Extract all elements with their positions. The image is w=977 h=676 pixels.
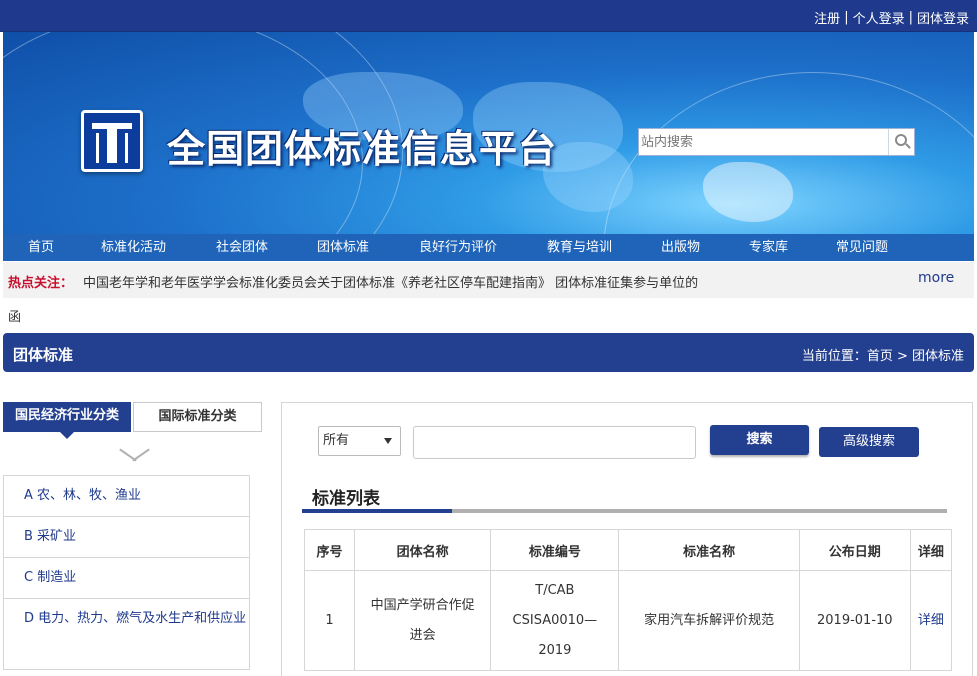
hot-news-link[interactable]: 中国老年学和老年医学学会标准化委员会关于团体标准《养老社区停车配建指南》 团体标… xyxy=(83,272,698,291)
nav-item-experts[interactable]: 专家库 xyxy=(749,234,788,261)
section-header: 团体标准 当前位置：首页 > 团体标准 xyxy=(3,333,974,372)
search-icon[interactable] xyxy=(888,129,914,155)
page-title: 团体标准 xyxy=(13,346,74,364)
nav-item-group-standards[interactable]: 团体标准 xyxy=(317,234,369,261)
separator: | xyxy=(908,10,913,25)
site-title: 全国团体标准信息平台 xyxy=(167,127,558,171)
col-header-name: 标准名称 xyxy=(618,529,800,571)
separator: | xyxy=(844,10,849,25)
search-button[interactable]: 搜索 xyxy=(710,425,809,455)
standards-panel: 所有 搜索 高级搜索 标准列表 序号 团体名称 标准编号 标准名称 公布日期 详… xyxy=(281,402,973,676)
caret-down-icon xyxy=(384,438,392,444)
logo-bar xyxy=(107,129,117,163)
category-item[interactable]: A 农、林、牧、渔业 xyxy=(3,475,250,516)
scope-select[interactable]: 所有 xyxy=(318,426,401,456)
hot-news-label: 热点关注： xyxy=(8,276,74,291)
logo-bar xyxy=(96,133,99,163)
register-link[interactable]: 注册 xyxy=(814,8,840,27)
list-title: 标准列表 xyxy=(312,489,380,509)
cell-name[interactable]: 家用汽车拆解评价规范 xyxy=(618,570,800,671)
standards-table: 序号 团体名称 标准编号 标准名称 公布日期 详细 1 中国产学研合作促进会 T… xyxy=(303,529,953,671)
cell-date: 2019-01-10 xyxy=(798,570,911,671)
breadcrumb: 当前位置：首页 > 团体标准 xyxy=(801,349,964,364)
chevron-down-icon xyxy=(118,446,148,466)
list-title-accent xyxy=(302,509,452,513)
nav-item-home[interactable]: 首页 xyxy=(28,234,54,261)
category-item[interactable]: D 电力、热力、燃气及水生产和供应业 xyxy=(3,598,250,670)
site-search xyxy=(638,128,915,156)
main-nav: 首页 标准化活动 社会团体 团体标准 良好行为评价 教育与培训 出版物 专家库 … xyxy=(3,234,974,261)
hot-news-bar: 热点关注： 中国老年学和老年医学学会标准化委员会关于团体标准《养老社区停车配建指… xyxy=(3,262,974,298)
col-header-date: 公布日期 xyxy=(798,529,911,571)
category-tabs: 国民经济行业分类 国际标准分类 xyxy=(3,402,262,439)
search-icon-handle xyxy=(905,143,911,149)
col-header-code: 标准编号 xyxy=(490,529,620,571)
keyword-input[interactable] xyxy=(413,426,696,459)
personal-login-link[interactable]: 个人登录 xyxy=(853,8,905,27)
category-item[interactable]: B 采矿业 xyxy=(3,516,250,557)
hot-news-overflow-text[interactable]: 函 xyxy=(8,306,21,325)
nav-item-education[interactable]: 教育与培训 xyxy=(547,234,612,261)
category-list: A 农、林、牧、渔业 B 采矿业 C 制造业 D 电力、热力、燃气及水生产和供应… xyxy=(3,475,250,670)
more-link[interactable]: more xyxy=(918,270,954,286)
col-header-detail: 详细 xyxy=(909,529,953,571)
nav-item-social-groups[interactable]: 社会团体 xyxy=(216,234,268,261)
nav-item-good-behavior[interactable]: 良好行为评价 xyxy=(419,234,497,261)
scope-select-value: 所有 xyxy=(323,433,350,448)
cell-no: 1 xyxy=(303,570,356,671)
table-row: 1 中国产学研合作促进会 T/CAB CSISA0010—2019 家用汽车拆解… xyxy=(303,570,953,671)
top-bar: 注册 | 个人登录 | 团体登录 xyxy=(0,0,977,32)
advanced-search-button[interactable]: 高级搜索 xyxy=(819,427,919,457)
category-item[interactable]: C 制造业 xyxy=(3,557,250,598)
site-search-input[interactable] xyxy=(639,129,888,155)
site-logo[interactable] xyxy=(81,110,143,172)
cell-detail-link[interactable]: 详细 xyxy=(909,570,953,671)
nav-item-faq[interactable]: 常见问题 xyxy=(836,234,888,261)
col-header-org: 团体名称 xyxy=(354,529,492,571)
account-links: 注册 | 个人登录 | 团体登录 xyxy=(814,8,969,27)
col-header-no: 序号 xyxy=(303,529,356,571)
cell-org: 中国产学研合作促进会 xyxy=(354,570,492,671)
logo-bar xyxy=(125,133,128,163)
table-header-row: 序号 团体名称 标准编号 标准名称 公布日期 详细 xyxy=(303,529,953,571)
nav-item-standardization[interactable]: 标准化活动 xyxy=(101,234,166,261)
tab-international[interactable]: 国际标准分类 xyxy=(133,402,262,432)
nav-item-publications[interactable]: 出版物 xyxy=(661,234,700,261)
list-title-underline xyxy=(302,509,947,513)
cell-code: T/CAB CSISA0010—2019 xyxy=(490,570,620,671)
group-login-link[interactable]: 团体登录 xyxy=(917,8,969,27)
tab-national-economy[interactable]: 国民经济行业分类 xyxy=(3,402,131,439)
